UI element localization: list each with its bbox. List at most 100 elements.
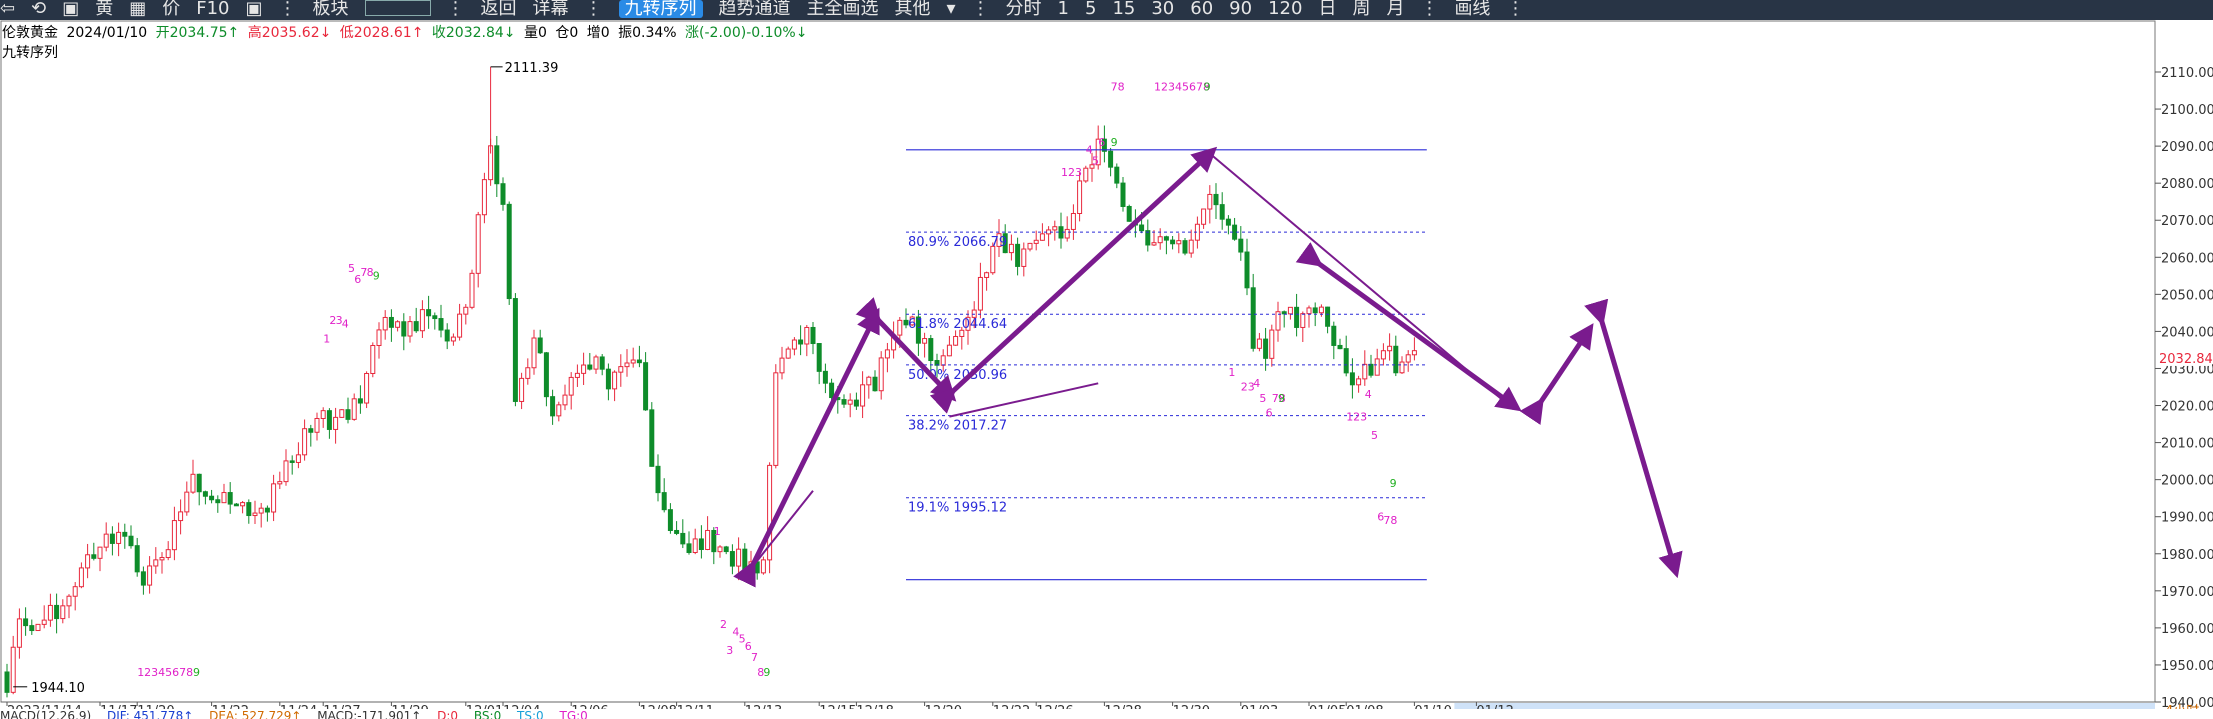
candle-body [240, 502, 246, 507]
candle-body [1356, 378, 1362, 386]
candle-body [1064, 228, 1070, 239]
candle-body [1163, 236, 1169, 241]
min-price-label: 1944.10 [31, 681, 85, 696]
candle-body [41, 619, 47, 625]
candle-body [1269, 329, 1275, 359]
candle-body [1368, 363, 1374, 376]
toolbar-item-28[interactable]: 120 [1268, 0, 1302, 18]
toolbar-item-19[interactable]: ▾ [947, 0, 956, 18]
td-sequence-number: 1 [1228, 366, 1235, 379]
candle-body [1250, 287, 1256, 349]
td-sequence-number: 3 [726, 644, 733, 657]
toolbar-item-23[interactable]: 5 [1085, 0, 1096, 18]
candle-body [698, 538, 704, 550]
toolbar-item-6[interactable]: F10 [196, 0, 229, 18]
candle-body [1052, 226, 1058, 231]
candlestick-chart[interactable]: 1940.001950.001960.001970.001980.001990.… [0, 20, 2213, 709]
toolbar-item-33[interactable]: 画线 [1454, 0, 1490, 18]
current-price-label: 2032.84 [2159, 352, 2213, 367]
toolbar-item-16[interactable]: 趋势通道 [719, 0, 791, 18]
candle-body [1070, 213, 1076, 230]
toolbar-item-29[interactable]: 日 [1318, 0, 1336, 18]
candle-body [29, 625, 35, 632]
candle-body [66, 595, 72, 607]
toolbar-item-26[interactable]: 60 [1190, 0, 1213, 18]
toolbar-item-11[interactable]: ⋮ [447, 0, 465, 18]
toolbar-item-10[interactable] [364, 0, 431, 16]
toolbar-item-17[interactable]: 主全画选 [807, 0, 879, 18]
toolbar-item-14[interactable]: ⋮ [585, 0, 603, 18]
toolbar-item-12[interactable]: 返回 [481, 0, 517, 18]
candle-body [847, 399, 853, 405]
toolbar-item-27[interactable]: 90 [1229, 0, 1252, 18]
candle-body [866, 376, 872, 386]
toolbar-item-2[interactable]: ▣ [62, 0, 79, 18]
fib-level-label: 61.8% 2044.64 [908, 317, 1007, 332]
toolbar-item-9[interactable]: 板块 [313, 0, 349, 18]
toolbar-item-3[interactable]: 黄 [95, 0, 113, 18]
candle-body [252, 512, 258, 517]
toolbar-item-0[interactable]: ⇦ [0, 0, 15, 18]
td-sequence-number: 4 [342, 318, 349, 331]
toolbar-item-31[interactable]: 月 [1386, 0, 1404, 18]
trend-arrow [1584, 298, 1683, 579]
toolbar-item-32[interactable]: ⋮ [1420, 0, 1438, 18]
candle-body [1213, 193, 1219, 206]
candle-body [680, 532, 686, 545]
candle-body [450, 336, 456, 342]
candle-body [655, 465, 661, 494]
y-tick-label: 2070.00 [2161, 214, 2213, 229]
toolbar-item-25[interactable]: 30 [1151, 0, 1174, 18]
macd-bs: BS:0 [473, 709, 502, 719]
toolbar-item-1[interactable]: ⟲ [31, 0, 46, 18]
candle-body [1201, 208, 1207, 225]
toolbar-item-5[interactable]: 价 [162, 0, 180, 18]
candle-body [1120, 182, 1126, 207]
toolbar-item-15[interactable]: 九转序列 [618, 0, 703, 18]
candle-body [525, 367, 531, 379]
candle-body [1225, 218, 1231, 226]
candle-body [1287, 306, 1293, 315]
candle-body [1318, 306, 1324, 314]
toolbar-item-21[interactable]: 分时 [1006, 0, 1042, 18]
candle-body [1139, 224, 1145, 232]
toolbar-item-7[interactable]: ▣ [245, 0, 262, 18]
candle-body [953, 335, 959, 346]
candle-body [1151, 242, 1157, 246]
toolbar-item-34[interactable]: ⋮ [1506, 0, 1524, 18]
candle-body [643, 362, 649, 411]
toolbar-item-8[interactable]: ⋮ [279, 0, 297, 18]
candle-body [940, 355, 946, 366]
candle-body [1294, 306, 1300, 328]
candle-body [221, 492, 227, 504]
candle-body [388, 316, 394, 328]
toolbar-item-20[interactable]: ⋮ [972, 0, 990, 18]
candle-body [153, 559, 159, 567]
td-sequence-number: 9 [1278, 392, 1285, 405]
toolbar-item-18[interactable]: 其他 [895, 0, 931, 18]
toolbar-item-30[interactable]: 周 [1352, 0, 1370, 18]
toolbar-item-13[interactable]: 详幕 [533, 0, 569, 18]
candle-body [742, 548, 748, 570]
candles-group [4, 125, 1417, 698]
candle-body [686, 543, 692, 553]
td-sequence-number: 5 [1371, 429, 1378, 442]
candle-body [60, 605, 66, 620]
candle-body [1182, 240, 1188, 254]
candle-body [1114, 166, 1120, 184]
candle-body [277, 481, 283, 485]
y-tick-label: 2080.00 [2161, 177, 2213, 192]
toolbar-item-24[interactable]: 15 [1112, 0, 1135, 18]
candle-body [928, 338, 934, 362]
toolbar-item-22[interactable]: 1 [1058, 0, 1069, 18]
td-sequence-number: 78 [1383, 514, 1397, 527]
candle-body [1312, 307, 1318, 314]
candle-body [370, 345, 376, 374]
candle-body [1170, 239, 1176, 245]
toolbar-item-4[interactable]: ▦ [129, 0, 146, 18]
candle-body [853, 399, 859, 407]
candle-body [1188, 239, 1194, 254]
candle-body [1263, 338, 1269, 359]
candle-body [1219, 204, 1225, 220]
candle-body [23, 618, 29, 627]
